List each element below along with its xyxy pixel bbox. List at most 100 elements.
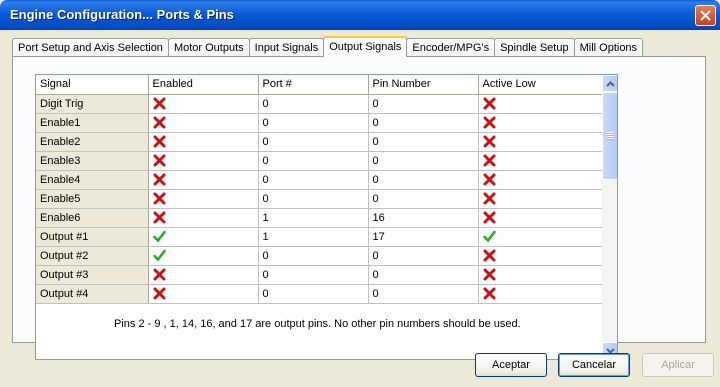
check-icon[interactable] (482, 230, 496, 243)
enabled-cell[interactable] (148, 227, 259, 247)
signal-name-cell[interactable]: Output #2 (36, 246, 149, 266)
accept-button[interactable]: Aceptar (475, 353, 547, 377)
table-row[interactable]: Output #3 0 0 (36, 265, 603, 285)
x-icon[interactable] (483, 116, 496, 129)
pin-number-cell[interactable]: 0 (368, 265, 479, 285)
cancel-button[interactable]: Cancelar (558, 353, 630, 377)
enabled-cell[interactable] (148, 208, 259, 228)
table-row[interactable]: Enable5 0 0 (36, 189, 603, 209)
enabled-cell[interactable] (148, 132, 259, 152)
port-cell[interactable]: 0 (258, 246, 369, 266)
enabled-cell[interactable] (148, 246, 259, 266)
vertical-scrollbar[interactable] (602, 75, 617, 359)
signal-name-cell[interactable]: Enable2 (36, 132, 149, 152)
port-cell[interactable]: 0 (258, 284, 369, 304)
x-icon[interactable] (153, 173, 166, 186)
x-icon[interactable] (483, 287, 496, 300)
x-icon[interactable] (153, 192, 166, 205)
active-low-cell[interactable] (478, 189, 603, 209)
check-icon[interactable] (152, 230, 166, 243)
enabled-cell[interactable] (148, 113, 259, 133)
x-icon[interactable] (483, 249, 496, 262)
active-low-cell[interactable] (478, 132, 603, 152)
x-icon[interactable] (153, 116, 166, 129)
tab-output-signals[interactable]: Output Signals (323, 36, 408, 57)
table-row[interactable]: Output #4 0 0 (36, 284, 603, 304)
signal-name-cell[interactable]: Enable3 (36, 151, 149, 171)
table-row[interactable]: Output #2 0 0 (36, 246, 603, 266)
enabled-cell[interactable] (148, 170, 259, 190)
table-row[interactable]: Enable3 0 0 (36, 151, 603, 171)
pin-number-cell[interactable]: 0 (368, 113, 479, 133)
tab-port-setup[interactable]: Port Setup and Axis Selection (12, 38, 169, 57)
pin-number-cell[interactable]: 17 (368, 227, 479, 247)
active-low-cell[interactable] (478, 94, 603, 114)
pin-number-cell[interactable]: 0 (368, 94, 479, 114)
column-header-signal[interactable]: Signal (36, 75, 149, 95)
column-header-enabled[interactable]: Enabled (148, 75, 259, 95)
signal-name-cell[interactable]: Output #3 (36, 265, 149, 285)
x-icon[interactable] (483, 192, 496, 205)
tab-motor-outputs[interactable]: Motor Outputs (167, 38, 250, 57)
port-cell[interactable]: 0 (258, 170, 369, 190)
scroll-thumb[interactable] (602, 92, 617, 180)
apply-button[interactable]: Aplicar (642, 353, 714, 377)
pin-number-cell[interactable]: 0 (368, 151, 479, 171)
table-row[interactable]: Enable1 0 0 (36, 113, 603, 133)
tab-spindle-setup[interactable]: Spindle Setup (494, 38, 575, 57)
x-icon[interactable] (483, 154, 496, 167)
port-cell[interactable]: 0 (258, 113, 369, 133)
table-row[interactable]: Enable4 0 0 (36, 170, 603, 190)
active-low-cell[interactable] (478, 246, 603, 266)
active-low-cell[interactable] (478, 113, 603, 133)
port-cell[interactable]: 1 (258, 208, 369, 228)
enabled-cell[interactable] (148, 265, 259, 285)
signal-name-cell[interactable]: Enable5 (36, 189, 149, 209)
x-icon[interactable] (483, 97, 496, 110)
tab-input-signals[interactable]: Input Signals (248, 38, 325, 57)
table-row[interactable]: Digit Trig 0 0 (36, 94, 603, 114)
signal-name-cell[interactable]: Output #1 (36, 227, 149, 247)
title-bar[interactable]: Engine Configuration... Ports & Pins (0, 0, 720, 30)
signal-name-cell[interactable]: Enable1 (36, 113, 149, 133)
port-cell[interactable]: 0 (258, 151, 369, 171)
x-icon[interactable] (483, 211, 496, 224)
x-icon[interactable] (153, 211, 166, 224)
column-header-port[interactable]: Port # (258, 75, 369, 95)
x-icon[interactable] (153, 154, 166, 167)
pin-number-cell[interactable]: 16 (368, 208, 479, 228)
pin-number-cell[interactable]: 0 (368, 170, 479, 190)
port-cell[interactable]: 0 (258, 189, 369, 209)
signal-name-cell[interactable]: Enable6 (36, 208, 149, 228)
x-icon[interactable] (153, 135, 166, 148)
tab-encoder-mpg[interactable]: Encoder/MPG's (406, 38, 496, 57)
x-icon[interactable] (153, 97, 166, 110)
table-row[interactable]: Enable2 0 0 (36, 132, 603, 152)
check-icon[interactable] (152, 249, 166, 262)
column-header-pin-number[interactable]: Pin Number (368, 75, 479, 95)
signal-name-cell[interactable]: Digit Trig (36, 94, 149, 114)
enabled-cell[interactable] (148, 151, 259, 171)
port-cell[interactable]: 0 (258, 94, 369, 114)
close-button[interactable] (695, 5, 716, 26)
port-cell[interactable]: 0 (258, 132, 369, 152)
column-header-active-low[interactable]: Active Low (478, 75, 603, 95)
active-low-cell[interactable] (478, 151, 603, 171)
pin-number-cell[interactable]: 0 (368, 246, 479, 266)
table-row[interactable]: Enable6 1 16 (36, 208, 603, 228)
pin-number-cell[interactable]: 0 (368, 189, 479, 209)
table-row[interactable]: Output #1 1 17 (36, 227, 603, 247)
signal-name-cell[interactable]: Enable4 (36, 170, 149, 190)
pin-number-cell[interactable]: 0 (368, 284, 479, 304)
x-icon[interactable] (483, 173, 496, 186)
active-low-cell[interactable] (478, 265, 603, 285)
active-low-cell[interactable] (478, 284, 603, 304)
port-cell[interactable]: 0 (258, 265, 369, 285)
x-icon[interactable] (153, 287, 166, 300)
active-low-cell[interactable] (478, 227, 603, 247)
enabled-cell[interactable] (148, 284, 259, 304)
enabled-cell[interactable] (148, 189, 259, 209)
tab-mill-options[interactable]: Mill Options (573, 38, 644, 57)
pin-number-cell[interactable]: 0 (368, 132, 479, 152)
x-icon[interactable] (153, 268, 166, 281)
